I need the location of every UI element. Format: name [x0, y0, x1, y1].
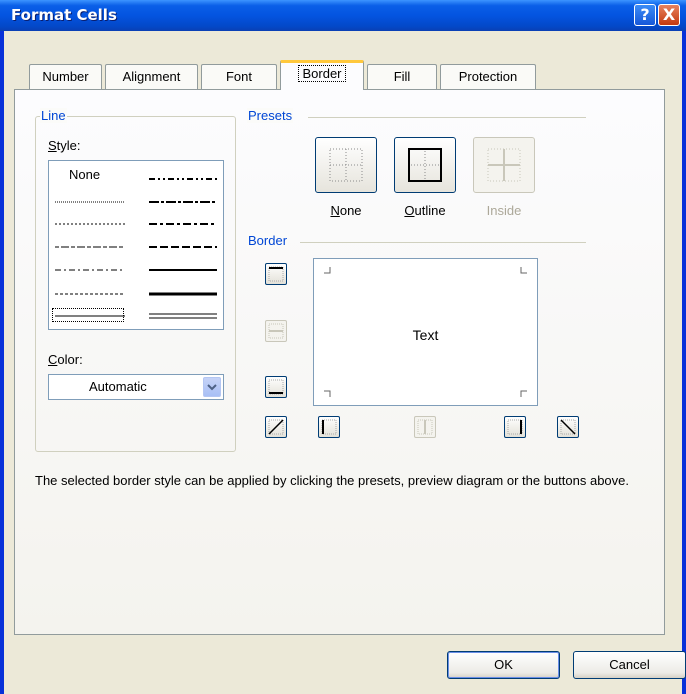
window-title: Format Cells	[11, 6, 117, 24]
tab-number[interactable]: Number	[29, 64, 102, 89]
tab-label: Protection	[458, 69, 518, 84]
tab-label: Font	[225, 69, 252, 84]
tab-label: Number	[42, 69, 89, 84]
border-top-icon	[268, 266, 284, 282]
line-style-samples[interactable]	[49, 161, 225, 331]
tab-font[interactable]: Font	[201, 64, 277, 89]
tab-protection[interactable]: Protection	[440, 64, 536, 89]
presets-divider	[308, 117, 586, 118]
border-diagonal-up-button[interactable]	[265, 416, 287, 438]
line-group-label: Line	[40, 108, 67, 123]
preset-outline-label: Outline	[404, 203, 446, 218]
preset-inside-button[interactable]	[473, 137, 535, 193]
info-text: The selected border style can be applied…	[35, 473, 630, 488]
ok-button[interactable]: OK	[447, 651, 560, 679]
border-preview[interactable]: Text	[313, 258, 538, 406]
border-diagonal-up-icon	[268, 419, 284, 435]
border-bottom-icon	[268, 379, 284, 395]
color-label: Color:	[48, 352, 83, 367]
preset-outline-icon	[408, 148, 442, 182]
tab-fill[interactable]: Fill	[367, 64, 437, 89]
border-right-button[interactable]	[504, 416, 526, 438]
preset-none-icon	[329, 148, 363, 182]
preset-outline-button[interactable]	[394, 137, 456, 193]
color-dropdown[interactable]: Automatic	[48, 374, 224, 400]
preview-text: Text	[412, 327, 439, 343]
border-left-button[interactable]	[318, 416, 340, 438]
preset-inside-label: Inside	[486, 203, 522, 218]
color-value: Automatic	[89, 379, 147, 394]
border-bottom-button[interactable]	[265, 376, 287, 398]
line-style-list[interactable]: None	[48, 160, 224, 330]
help-button[interactable]: ?	[634, 4, 656, 26]
border-inside-vertical-icon	[417, 419, 433, 435]
cancel-button[interactable]: Cancel	[573, 651, 686, 679]
border-top-button[interactable]	[265, 263, 287, 285]
border-inside-horizontal-icon	[268, 323, 284, 339]
border-group-label: Border	[247, 233, 289, 248]
style-label: Style:	[48, 138, 81, 153]
title-bar[interactable]: Format Cells ? X	[0, 0, 686, 31]
border-inside-vertical-button[interactable]	[414, 416, 436, 438]
border-divider	[300, 242, 586, 243]
selected-style-indicator	[52, 308, 124, 322]
preset-none-button[interactable]	[315, 137, 377, 193]
border-left-icon	[321, 419, 337, 435]
tab-label: Fill	[393, 69, 411, 84]
border-diagonal-down-icon	[560, 419, 576, 435]
border-inside-horizontal-button[interactable]	[265, 320, 287, 342]
tab-alignment[interactable]: Alignment	[105, 64, 198, 89]
tab-label: Alignment	[122, 69, 181, 84]
presets-group-label: Presets	[247, 108, 294, 123]
tab-label: Border	[298, 65, 346, 82]
preset-none-label: None	[330, 203, 362, 218]
border-right-icon	[507, 419, 523, 435]
border-diagonal-down-button[interactable]	[557, 416, 579, 438]
preset-inside-icon	[487, 148, 521, 182]
close-button[interactable]: X	[658, 4, 680, 26]
tab-border[interactable]: Border	[280, 60, 364, 90]
chevron-down-icon[interactable]	[203, 377, 221, 397]
